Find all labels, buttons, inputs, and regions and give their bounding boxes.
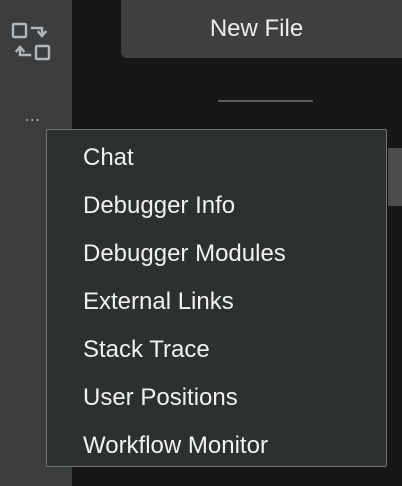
menu-item-user-positions[interactable]: User Positions xyxy=(47,374,386,422)
menu-item-stack-trace[interactable]: Stack Trace xyxy=(47,326,386,374)
menu-item-debugger-info[interactable]: Debugger Info xyxy=(47,182,386,230)
menu-item-workflow-monitor[interactable]: Workflow Monitor xyxy=(47,422,386,470)
scrollbar-thumb[interactable] xyxy=(388,148,402,206)
divider xyxy=(218,100,313,102)
more-options-icon[interactable]: ⋯ xyxy=(18,112,48,130)
app-window: ⋯ New File Chat Debugger Info Debugger M… xyxy=(0,0,402,486)
menu-item-chat[interactable]: Chat xyxy=(47,134,386,182)
menu-item-external-links[interactable]: External Links xyxy=(47,278,386,326)
more-options-menu: Chat Debugger Info Debugger Modules Exte… xyxy=(46,129,387,467)
menu-item-debugger-modules[interactable]: Debugger Modules xyxy=(47,230,386,278)
swap-view-icon[interactable] xyxy=(10,20,54,64)
new-file-button[interactable]: New File xyxy=(121,0,402,58)
